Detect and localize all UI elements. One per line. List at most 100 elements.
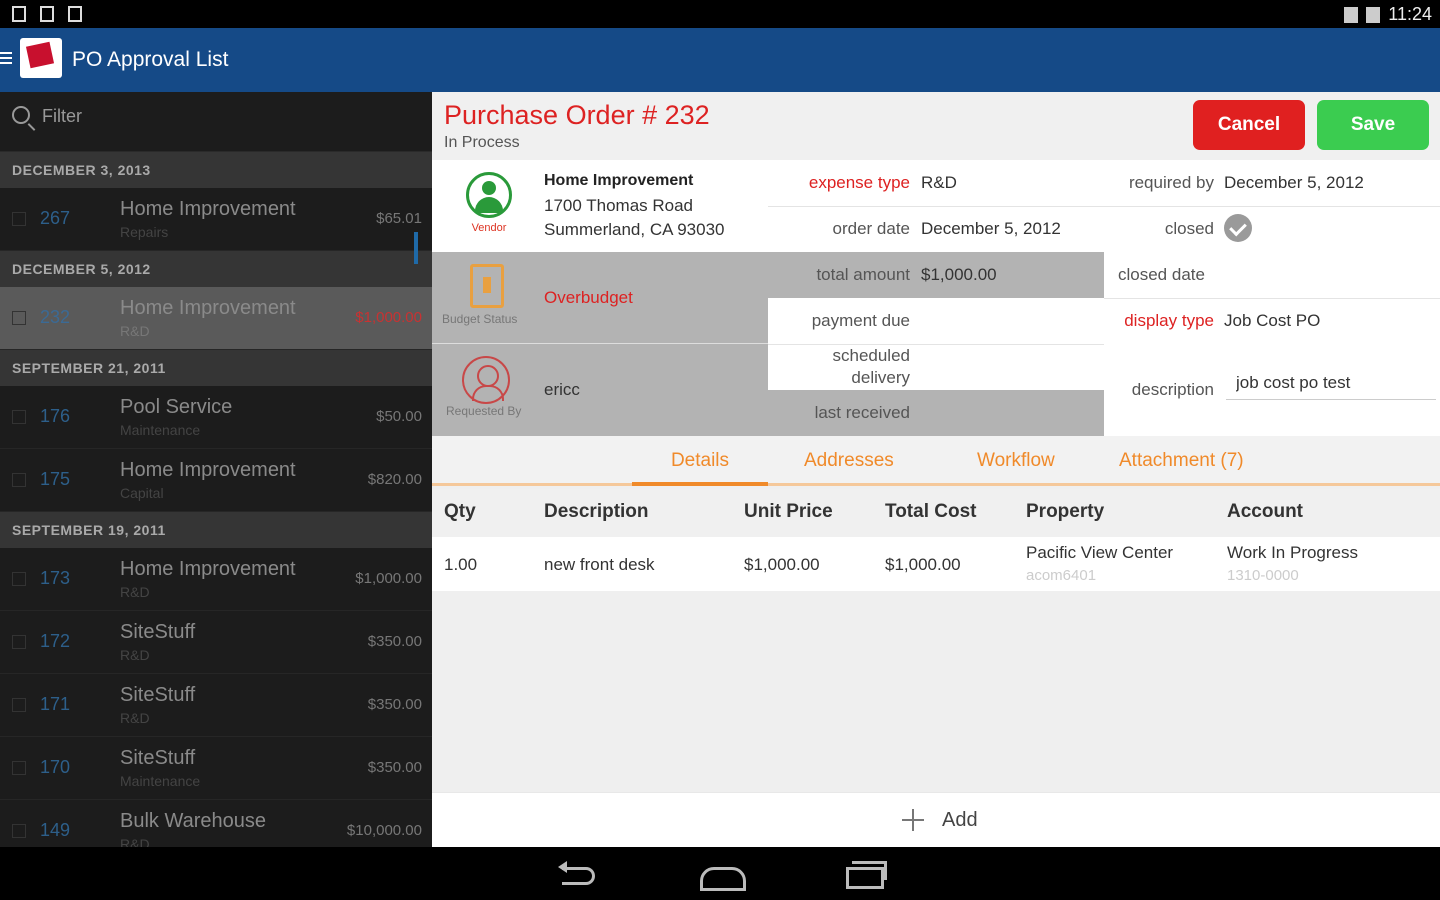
- account-code-cell: 1310-0000: [1227, 567, 1299, 584]
- row-checkbox[interactable]: [12, 410, 26, 424]
- battery-icon: [1366, 6, 1381, 23]
- cancel-button[interactable]: Cancel: [1193, 100, 1305, 150]
- account-header: Account: [1227, 501, 1303, 522]
- divider: [1104, 298, 1440, 299]
- payment-due-label: payment due: [811, 311, 910, 330]
- po-detail-panel: Purchase Order # 232 In Process Cancel S…: [432, 92, 1440, 847]
- notification-icon: [40, 6, 54, 22]
- po-number: 232: [40, 307, 71, 327]
- po-list-item[interactable]: 173 Home Improvement R&D $1,000.00: [0, 548, 432, 611]
- search-icon: [12, 106, 30, 124]
- tab-addresses[interactable]: Addresses: [804, 450, 894, 472]
- display-type-label: display type: [1124, 311, 1214, 330]
- home-icon[interactable]: [700, 861, 746, 891]
- description-label: description: [1131, 380, 1214, 399]
- scheduled-delivery-label-line1: scheduled: [832, 346, 910, 365]
- po-category: Capital: [120, 485, 164, 501]
- line-items-header: Qty Description Unit Price Total Cost Pr…: [432, 489, 1440, 537]
- display-type-value[interactable]: Job Cost PO: [1224, 311, 1320, 331]
- requested-by-value: ericc: [544, 380, 580, 399]
- total-cost-cell: $1,000.00: [885, 555, 961, 574]
- po-list-item[interactable]: 176 Pool Service Maintenance $50.00: [0, 386, 432, 449]
- row-checkbox[interactable]: [12, 635, 26, 649]
- row-checkbox[interactable]: [12, 824, 26, 838]
- po-list-item[interactable]: 267 Home Improvement Repairs $65.01: [0, 188, 432, 264]
- po-number: 172: [40, 631, 71, 651]
- date-group-header: DECEMBER 5, 2012: [0, 251, 432, 287]
- notification-icon: [12, 6, 26, 22]
- qty-header: Qty: [444, 501, 476, 522]
- app-title: PO Approval List: [72, 48, 229, 71]
- back-icon[interactable]: [556, 861, 596, 887]
- po-number: 176: [40, 406, 71, 426]
- tab-details[interactable]: Details: [632, 450, 768, 486]
- po-number: 173: [40, 568, 71, 588]
- wifi-icon: [1344, 6, 1359, 23]
- unit-price-cell: $1,000.00: [744, 555, 820, 574]
- po-category: Repairs: [120, 224, 169, 240]
- add-line-item-bar[interactable]: Add: [432, 792, 1440, 847]
- divider: [768, 344, 1104, 345]
- tab-attachment[interactable]: Attachment (7): [1119, 450, 1244, 472]
- description-header: Description: [544, 501, 649, 522]
- po-list-item[interactable]: 232 Home Improvement R&D $1,000.00: [0, 287, 432, 350]
- po-list-item[interactable]: 149 Bulk Warehouse R&D $10,000.00: [0, 800, 432, 847]
- divider: [768, 206, 1440, 207]
- row-checkbox[interactable]: [12, 761, 26, 775]
- description-cell: new front desk: [544, 555, 655, 574]
- required-by-value[interactable]: December 5, 2012: [1224, 173, 1364, 193]
- vendor-address-line2: Summerland, CA 93030: [544, 220, 725, 239]
- recent-apps-icon[interactable]: [846, 861, 887, 889]
- row-checkbox[interactable]: [12, 311, 26, 325]
- po-amount: $350.00: [367, 759, 422, 776]
- po-title: Purchase Order # 232: [444, 100, 710, 130]
- total-cost-header: Total Cost: [885, 501, 977, 522]
- vendor-label: Vendor: [471, 222, 507, 234]
- po-vendor-name: Home Improvement: [120, 198, 296, 220]
- save-button[interactable]: Save: [1317, 100, 1429, 150]
- property-header: Property: [1026, 501, 1105, 522]
- notification-icon: [68, 6, 82, 22]
- filter-input[interactable]: [42, 106, 402, 127]
- add-button-label[interactable]: Add: [942, 809, 978, 832]
- expense-type-value[interactable]: R&D: [921, 173, 957, 193]
- row-checkbox[interactable]: [12, 473, 26, 487]
- po-category: Maintenance: [120, 773, 201, 789]
- po-vendor-name: Home Improvement: [120, 459, 296, 481]
- closed-date-label: closed date: [1118, 265, 1205, 284]
- line-item-row[interactable]: 1.00 new front desk $1,000.00 $1,000.00 …: [432, 537, 1440, 591]
- po-number: 149: [40, 820, 71, 840]
- app-logo-icon[interactable]: [20, 38, 62, 78]
- po-list-item[interactable]: 175 Home Improvement Capital $820.00: [0, 449, 432, 512]
- row-checkbox[interactable]: [12, 572, 26, 586]
- closed-check-icon[interactable]: [1224, 214, 1252, 242]
- po-number: 171: [40, 694, 71, 714]
- po-header: Purchase Order # 232 In Process Cancel S…: [432, 92, 1440, 160]
- row-checkbox[interactable]: [12, 212, 26, 226]
- tab-workflow[interactable]: Workflow: [977, 450, 1055, 472]
- budget-status-label: Budget Status: [442, 312, 518, 326]
- menu-icon[interactable]: [0, 52, 12, 67]
- po-category: R&D: [120, 584, 150, 600]
- status-bar: 11:24: [0, 0, 1440, 28]
- date-group-header: DECEMBER 3, 2013: [0, 152, 432, 188]
- row-checkbox[interactable]: [12, 698, 26, 712]
- po-category: R&D: [120, 647, 150, 663]
- plus-icon[interactable]: [902, 809, 924, 831]
- property-code-cell: acom6401: [1026, 567, 1097, 584]
- scroll-indicator[interactable]: [414, 232, 418, 264]
- po-vendor-name: Bulk Warehouse: [120, 810, 266, 832]
- po-list-item[interactable]: 171 SiteStuff R&D $350.00: [0, 674, 432, 737]
- vendor-person-icon[interactable]: [466, 172, 512, 218]
- order-date-value[interactable]: December 5, 2012: [921, 219, 1061, 239]
- description-input[interactable]: [1226, 366, 1436, 400]
- order-date-label: order date: [832, 219, 911, 238]
- po-info-section: Vendor Home Improvement 1700 Thomas Road…: [432, 160, 1440, 436]
- po-list-item[interactable]: 172 SiteStuff R&D $350.00: [0, 611, 432, 674]
- qty-cell: 1.00: [444, 555, 478, 574]
- filter-bar: [0, 92, 432, 152]
- po-list-sidebar: DECEMBER 3, 2013 267 Home Improvement Repai…: [0, 92, 432, 847]
- requester-person-icon: [462, 356, 510, 404]
- po-list-item[interactable]: 170 SiteStuff Maintenance $350.00: [0, 737, 432, 800]
- notification-icons: [12, 6, 82, 22]
